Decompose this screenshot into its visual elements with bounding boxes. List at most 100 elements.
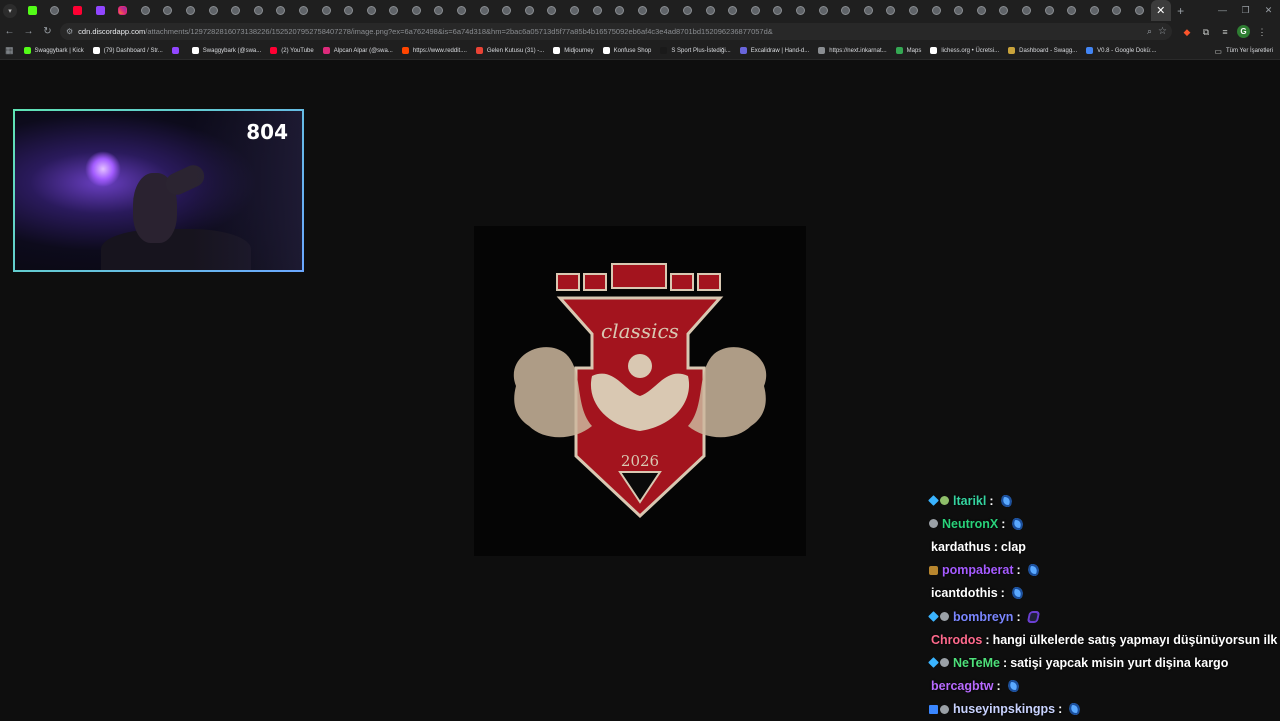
maximize-icon[interactable]: ❐ — [1234, 0, 1257, 21]
chat-username[interactable]: kardathus — [931, 540, 991, 554]
browser-tab[interactable] — [495, 0, 518, 21]
displayed-image[interactable]: classics 2026 — [474, 226, 806, 556]
active-tab[interactable]: ✕ — [1150, 0, 1171, 21]
browser-tab[interactable] — [134, 0, 157, 21]
bookmark-item[interactable]: Midjourney — [553, 47, 594, 54]
bookmark-item[interactable]: (2) YouTube — [270, 47, 314, 54]
bookmark-item[interactable]: V0.8 - Google Doküː... — [1086, 47, 1157, 54]
browser-tab[interactable] — [721, 0, 744, 21]
browser-tab[interactable] — [224, 0, 247, 21]
browser-tab[interactable] — [541, 0, 564, 21]
browser-tab[interactable] — [247, 0, 270, 21]
browser-tab[interactable] — [676, 0, 699, 21]
site-info-icon[interactable]: ⚙ — [66, 27, 73, 36]
bookmark-item[interactable]: Swaggybark (@swa... — [191, 47, 261, 54]
browser-tab[interactable] — [89, 0, 112, 21]
bookmark-item[interactable]: lichess.org • Ücretsi... — [930, 47, 999, 54]
bookmark-item[interactable]: https://www.reddit.... — [401, 47, 467, 54]
bookmark-item[interactable]: Dashboard - Swagg... — [1008, 47, 1077, 54]
browser-tab[interactable] — [66, 0, 89, 21]
bookmark-item[interactable]: Konfuse Shop — [602, 47, 651, 54]
browser-tab[interactable] — [563, 0, 586, 21]
browser-tab[interactable] — [1106, 0, 1129, 21]
extensions-puzzle-icon[interactable]: ⧉ — [1199, 25, 1213, 39]
menu-kebab-icon[interactable]: ⋮ — [1255, 25, 1269, 39]
browser-tab[interactable] — [44, 0, 67, 21]
bookmark-item[interactable]: Gelen Kutusu (31) -... — [475, 47, 544, 54]
browser-tab[interactable] — [767, 0, 790, 21]
media-controls-icon[interactable]: ≡ — [1218, 25, 1232, 39]
browser-tab[interactable] — [21, 0, 44, 21]
browser-tab[interactable] — [880, 0, 903, 21]
close-window-icon[interactable]: ✕ — [1257, 0, 1280, 21]
browser-tab[interactable] — [1038, 0, 1061, 21]
all-bookmarks-button[interactable]: ▭ Tüm Yer İşaretleri — [1214, 42, 1273, 60]
chat-username[interactable]: Chrodos — [931, 633, 982, 647]
tab-search-button[interactable]: ▾ — [3, 3, 17, 18]
chat-username[interactable]: huseyinpskingps — [953, 702, 1055, 716]
browser-tab[interactable] — [993, 0, 1016, 21]
browser-tab[interactable] — [292, 0, 315, 21]
reload-icon[interactable]: ↻ — [38, 26, 57, 37]
browser-tab[interactable] — [383, 0, 406, 21]
bookmark-item[interactable]: (79) Dashboard / Str... — [92, 47, 163, 54]
bookmark-item[interactable]: Maps — [895, 47, 921, 54]
forward-icon[interactable]: → — [19, 26, 38, 37]
address-bar[interactable]: ⚙ cdn.discordapp.com /attachments/129728… — [60, 23, 1172, 40]
apps-grid-icon[interactable]: ▦ — [5, 45, 14, 56]
browser-tab[interactable] — [111, 0, 134, 21]
close-tab-icon[interactable]: ✕ — [1156, 4, 1165, 17]
chat-username[interactable]: bercagbtw — [931, 679, 994, 693]
browser-tab[interactable] — [157, 0, 180, 21]
browser-tab[interactable] — [1015, 0, 1038, 21]
chat-username[interactable]: bombreyn — [953, 610, 1013, 624]
bookmark-item[interactable]: https://next.inkarnat... — [818, 47, 887, 54]
browser-tab[interactable] — [360, 0, 383, 21]
twitch-icon — [95, 6, 105, 15]
browser-tab[interactable] — [744, 0, 767, 21]
browser-tab[interactable] — [315, 0, 338, 21]
bookmark-item[interactable]: S Sport Plus-İstediği... — [660, 47, 731, 54]
chat-username[interactable]: ltarikl — [953, 494, 986, 508]
zoom-icon[interactable]: ⌕ — [1147, 26, 1152, 37]
browser-tab[interactable] — [631, 0, 654, 21]
browser-tab[interactable] — [450, 0, 473, 21]
bookmark-star-icon[interactable]: ☆ — [1158, 26, 1167, 37]
browser-tab[interactable] — [947, 0, 970, 21]
back-icon[interactable]: ← — [0, 26, 19, 37]
bookmark-item[interactable] — [171, 47, 183, 54]
browser-tab[interactable] — [518, 0, 541, 21]
browser-tab[interactable] — [699, 0, 722, 21]
browser-tab[interactable] — [473, 0, 496, 21]
bookmark-item[interactable]: Excalidraw | Hand-d... — [739, 47, 809, 54]
browser-tab[interactable] — [337, 0, 360, 21]
browser-tab[interactable] — [1083, 0, 1106, 21]
brave-extension-icon[interactable]: ◆ — [1180, 25, 1194, 39]
browser-tab[interactable] — [654, 0, 677, 21]
browser-tab[interactable] — [834, 0, 857, 21]
browser-tab[interactable] — [925, 0, 948, 21]
chat-username[interactable]: NeTeMe — [953, 656, 1000, 670]
browser-tab[interactable] — [1060, 0, 1083, 21]
browser-tab[interactable] — [902, 0, 925, 21]
chat-username[interactable]: pompaberat — [942, 563, 1014, 577]
browser-tab[interactable] — [202, 0, 225, 21]
browser-tab[interactable] — [179, 0, 202, 21]
browser-tab[interactable] — [405, 0, 428, 21]
bookmark-item[interactable]: Swaggybark | Kick — [23, 47, 84, 54]
browser-tab[interactable] — [857, 0, 880, 21]
minimize-icon[interactable]: — — [1211, 0, 1234, 21]
browser-tab[interactable] — [428, 0, 451, 21]
browser-tab[interactable] — [812, 0, 835, 21]
bookmark-item[interactable]: Alpcan Alpar (@swa... — [322, 47, 393, 54]
new-tab-button[interactable]: + — [1171, 4, 1191, 18]
chat-username[interactable]: icantdothis — [931, 586, 998, 600]
browser-tab[interactable] — [608, 0, 631, 21]
browser-tab[interactable] — [789, 0, 812, 21]
profile-avatar[interactable]: G — [1237, 25, 1250, 38]
browser-tab[interactable] — [586, 0, 609, 21]
browser-tab[interactable] — [970, 0, 993, 21]
browser-tab[interactable] — [270, 0, 293, 21]
chat-username[interactable]: NeutronX — [942, 517, 998, 531]
browser-tab[interactable] — [1128, 0, 1151, 21]
